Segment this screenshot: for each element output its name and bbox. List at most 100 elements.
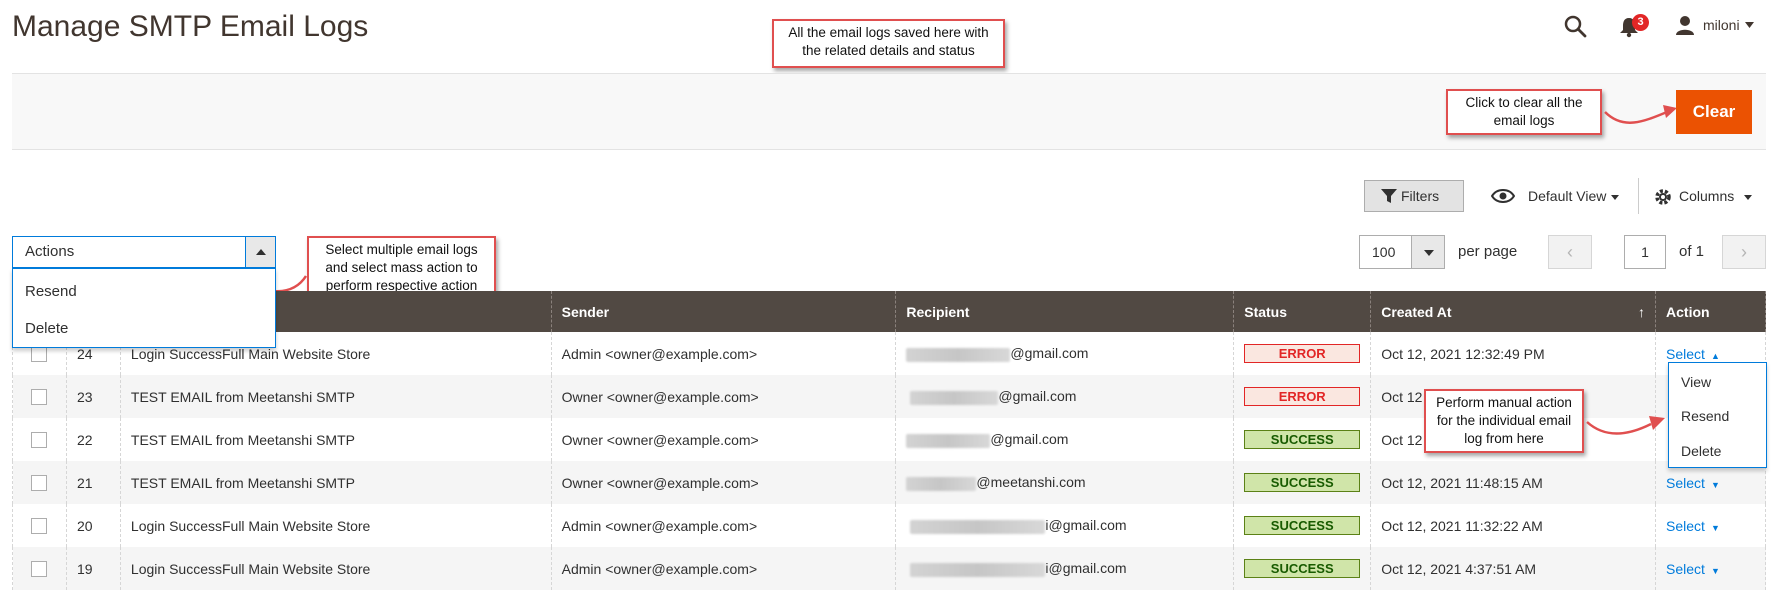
- row-recipient: i@gmail.com: [1045, 560, 1127, 577]
- row-recipient: @gmail.com: [998, 388, 1077, 405]
- row-id: 21: [65, 461, 121, 504]
- status-badge: ERROR: [1244, 344, 1361, 363]
- row-sender: Admin <owner@example.com>: [550, 332, 897, 375]
- mass-actions-toggle[interactable]: [245, 236, 276, 268]
- row-checkbox[interactable]: [31, 346, 47, 363]
- row-id: 22: [65, 418, 121, 461]
- status-badge: SUCCESS: [1244, 473, 1361, 492]
- column-header-sender[interactable]: Sender: [550, 291, 897, 332]
- row-created-at: Oct 12, 2021 11:32:22 AM: [1370, 504, 1657, 547]
- row-select-action[interactable]: Select: [1666, 346, 1705, 362]
- row-sender: Owner <owner@example.com>: [550, 461, 897, 504]
- columns-dropdown[interactable]: Columns: [1679, 188, 1734, 204]
- filters-button[interactable]: Filters: [1364, 180, 1464, 212]
- chevron-down-icon[interactable]: [1745, 22, 1754, 28]
- sort-arrow-icon: ↑: [1638, 303, 1646, 320]
- column-header-status[interactable]: Status: [1233, 291, 1372, 332]
- filter-icon: [1381, 189, 1397, 203]
- callout-row-arrow: [1586, 416, 1665, 435]
- row-checkbox[interactable]: [31, 561, 47, 578]
- table-row[interactable]: 20 Login SuccessFull Main Website Store …: [12, 504, 1766, 547]
- callout-clear-arrow: [1604, 105, 1677, 124]
- per-page-label: per page: [1458, 243, 1518, 260]
- row-created-at: Oct 12, 2021 11:48:15 AM: [1370, 461, 1657, 504]
- default-view-dropdown[interactable]: Default View: [1528, 188, 1606, 204]
- callout-clear: Click to clear all the email logs: [1446, 89, 1602, 135]
- user-icon[interactable]: [1675, 15, 1695, 35]
- row-sender: Admin <owner@example.com>: [550, 547, 897, 590]
- mass-actions-select[interactable]: Actions: [12, 236, 276, 268]
- row-checkbox[interactable]: [31, 518, 47, 535]
- column-header-created-at[interactable]: Created At ↑: [1370, 291, 1657, 332]
- callout-mass-actions-text: Select multiple email logs and select ma…: [325, 242, 478, 293]
- clear-logs-button[interactable]: Clear: [1676, 90, 1752, 134]
- column-header-recipient[interactable]: Recipient: [895, 291, 1235, 332]
- mass-actions-label: Actions: [25, 243, 75, 260]
- mass-action-delete[interactable]: Delete: [25, 320, 68, 337]
- row-select-action[interactable]: Select: [1666, 561, 1705, 577]
- row-subject: Login SuccessFull Main Website Store: [119, 547, 552, 590]
- row-subject: TEST EMAIL from Meetanshi SMTP: [119, 461, 552, 504]
- page-total: of 1: [1679, 243, 1705, 260]
- callout-row-actions: Perform manual action for the individual…: [1424, 389, 1584, 453]
- blurred-text: [910, 562, 1046, 577]
- blurred-text: [910, 519, 1046, 534]
- callout-row-actions-text: Perform manual action for the individual…: [1436, 395, 1572, 446]
- prev-page-button[interactable]: ‹: [1548, 235, 1592, 269]
- next-page-button[interactable]: ›: [1722, 235, 1766, 269]
- filters-label: Filters: [1401, 188, 1440, 204]
- mass-action-resend[interactable]: Resend: [25, 283, 77, 300]
- row-action-resend[interactable]: Resend: [1681, 408, 1729, 424]
- per-page-value: 100: [1372, 244, 1396, 260]
- row-recipient: @meetanshi.com: [976, 474, 1086, 491]
- chevron-up-icon: [256, 249, 266, 255]
- status-badge: SUCCESS: [1244, 430, 1361, 449]
- chevron-up-icon: ▲: [1710, 350, 1720, 361]
- page-input[interactable]: 1: [1624, 235, 1666, 269]
- row-checkbox[interactable]: [31, 475, 47, 492]
- row-select-action[interactable]: Select: [1666, 518, 1705, 534]
- callout-email-logs-text: All the email logs saved here with the r…: [788, 25, 989, 58]
- eye-icon[interactable]: [1491, 188, 1515, 204]
- row-id: 20: [65, 504, 121, 547]
- blurred-text: [906, 476, 977, 491]
- divider: [1638, 178, 1639, 214]
- row-recipient: @gmail.com: [990, 431, 1069, 448]
- chevron-down-icon: [1424, 250, 1434, 256]
- chevron-down-icon: ▼: [1710, 565, 1720, 576]
- notification-count-badge: 3: [1632, 14, 1649, 31]
- status-badge: SUCCESS: [1244, 559, 1361, 578]
- column-header-action: Action: [1655, 291, 1766, 332]
- row-action-view[interactable]: View: [1681, 374, 1711, 390]
- blurred-text: [906, 433, 991, 448]
- chevron-down-icon[interactable]: [1611, 195, 1619, 200]
- row-action-delete[interactable]: Delete: [1681, 443, 1721, 459]
- row-actions-menu: View Resend Delete: [1668, 362, 1767, 468]
- row-id: 19: [65, 547, 121, 590]
- row-sender: Owner <owner@example.com>: [550, 375, 897, 418]
- blurred-text: [906, 347, 1011, 362]
- status-badge: ERROR: [1244, 387, 1361, 406]
- blurred-text: [910, 390, 999, 405]
- table-row[interactable]: 21 TEST EMAIL from Meetanshi SMTP Owner …: [12, 461, 1766, 504]
- user-menu[interactable]: miloni: [1703, 17, 1740, 33]
- gear-icon[interactable]: [1654, 188, 1672, 206]
- table-row[interactable]: 19 Login SuccessFull Main Website Store …: [12, 547, 1766, 590]
- row-subject: Login SuccessFull Main Website Store: [119, 504, 552, 547]
- search-icon[interactable]: [1563, 14, 1587, 38]
- row-subject: TEST EMAIL from Meetanshi SMTP: [119, 418, 552, 461]
- chevron-down-icon[interactable]: [1744, 195, 1752, 200]
- row-id: 23: [65, 375, 121, 418]
- row-checkbox[interactable]: [31, 389, 47, 406]
- row-sender: Admin <owner@example.com>: [550, 504, 897, 547]
- column-header-created-at-label: Created At: [1381, 303, 1452, 320]
- per-page-toggle[interactable]: [1411, 235, 1445, 269]
- row-recipient: i@gmail.com: [1045, 517, 1127, 534]
- row-subject: TEST EMAIL from Meetanshi SMTP: [119, 375, 552, 418]
- row-created-at: Oct 12, 2021 12:32:49 PM: [1370, 332, 1657, 375]
- row-select-action[interactable]: Select: [1666, 475, 1705, 491]
- row-checkbox[interactable]: [31, 432, 47, 449]
- row-recipient: @gmail.com: [1010, 345, 1089, 362]
- mass-actions-menu: Resend Delete: [12, 268, 276, 348]
- row-sender: Owner <owner@example.com>: [550, 418, 897, 461]
